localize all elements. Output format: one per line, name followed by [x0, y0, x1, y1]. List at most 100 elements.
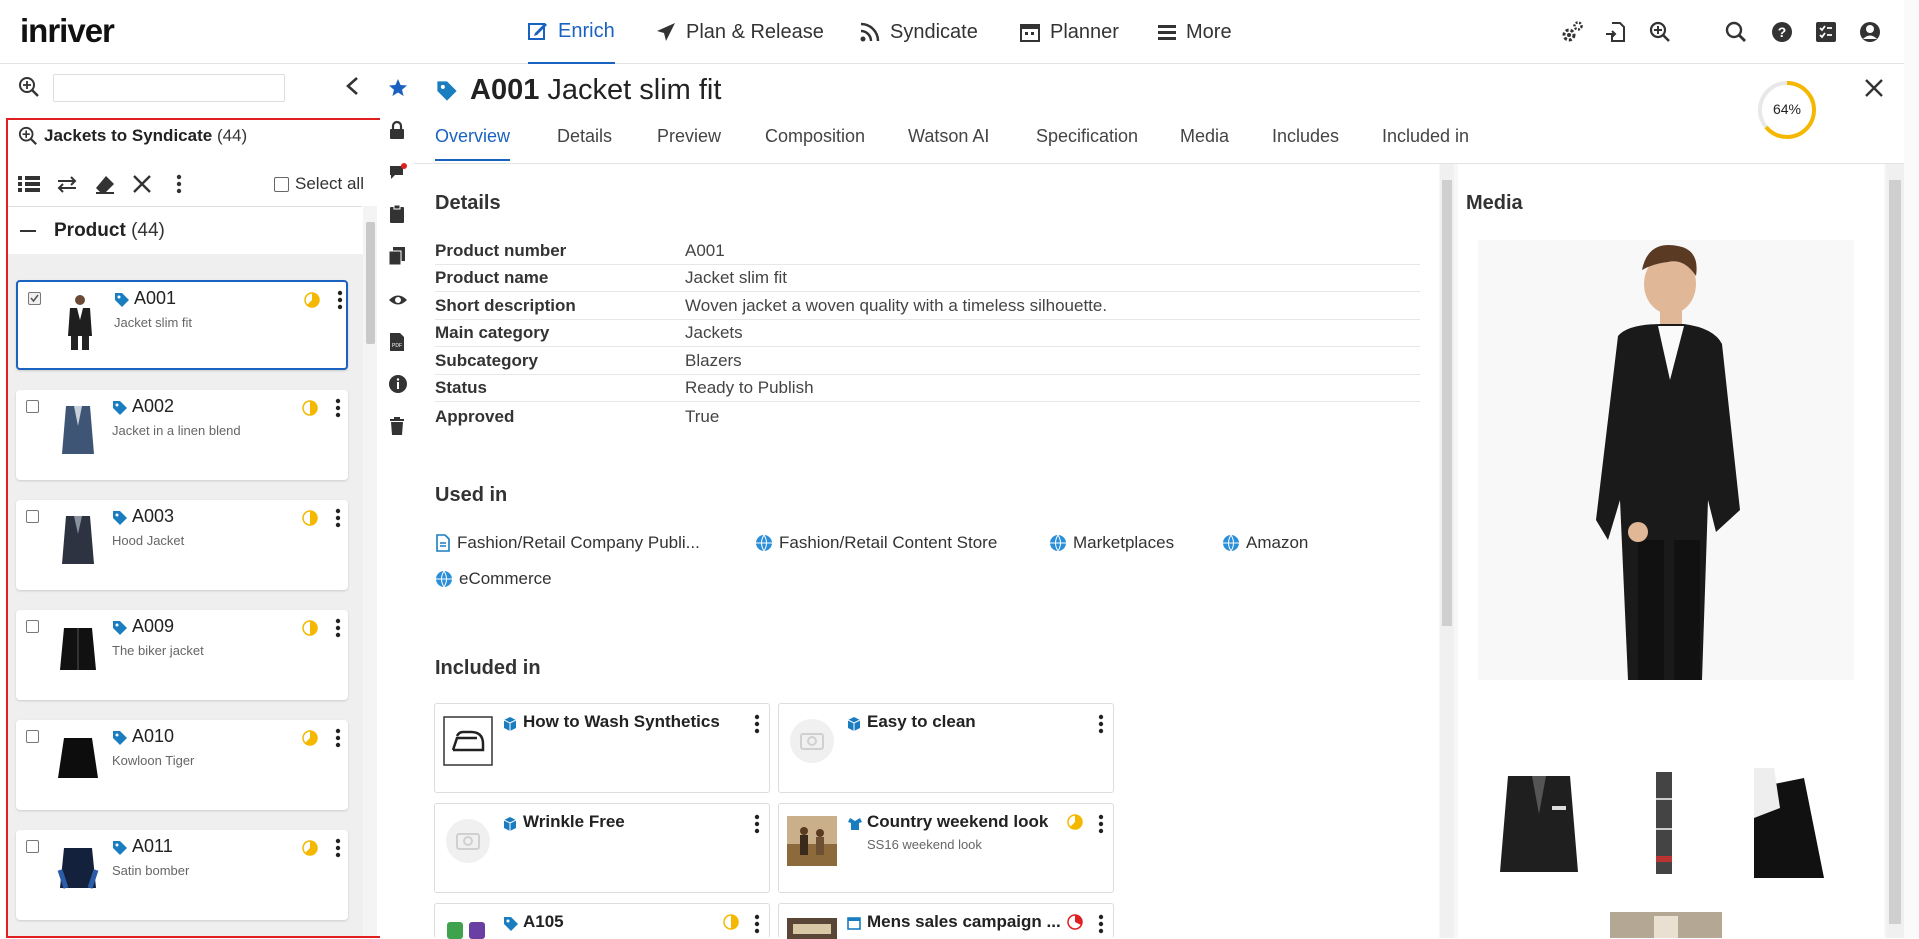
item-checkbox[interactable] — [26, 510, 39, 523]
list-item[interactable]: A003 Hood Jacket — [16, 500, 348, 590]
import-file-icon[interactable] — [1604, 20, 1628, 44]
settings-gears-icon[interactable] — [1560, 20, 1584, 44]
list-item[interactable]: A001 Jacket slim fit — [16, 280, 348, 370]
preview-eye-icon[interactable] — [388, 290, 408, 310]
search-icon[interactable] — [1724, 20, 1748, 44]
included-in-card[interactable]: Country weekend look SS16 weekend look — [778, 803, 1114, 893]
product-group-header[interactable]: Product (44) — [8, 206, 362, 254]
item-menu-icon[interactable] — [336, 290, 344, 310]
main-product-image[interactable] — [1478, 240, 1854, 680]
nav-planner[interactable]: Planner — [1020, 0, 1119, 64]
field-label: Short description — [435, 296, 576, 315]
lock-icon[interactable] — [388, 120, 406, 140]
help-icon[interactable]: ? — [1770, 20, 1794, 44]
tasks-icon[interactable] — [1814, 20, 1838, 44]
item-menu-icon[interactable] — [334, 728, 342, 748]
tab-included-in[interactable]: Included in — [1382, 126, 1469, 159]
field-value: A001 — [685, 241, 725, 260]
nav-label: Enrich — [558, 19, 615, 42]
media-thumbnail[interactable] — [1494, 768, 1584, 878]
card-menu-icon[interactable] — [1097, 914, 1105, 934]
card-menu-icon[interactable] — [753, 814, 761, 834]
item-menu-icon[interactable] — [334, 508, 342, 528]
select-all-checkbox[interactable]: Select all — [274, 174, 364, 194]
collapse-panel-icon[interactable] — [344, 76, 362, 96]
advanced-search-icon[interactable] — [1648, 20, 1672, 44]
item-menu-icon[interactable] — [334, 618, 342, 638]
star-icon[interactable] — [388, 78, 408, 98]
tab-details[interactable]: Details — [557, 126, 612, 159]
list-item[interactable]: A010 Kowloon Tiger — [16, 720, 348, 810]
included-in-card[interactable]: Wrinkle Free — [434, 803, 770, 893]
item-menu-icon[interactable] — [334, 838, 342, 858]
page-scrollbar[interactable] — [1904, 0, 1919, 938]
tab-watson-ai[interactable]: Watson AI — [908, 126, 989, 159]
included-in-card[interactable]: How to Wash Synthetics — [434, 703, 770, 793]
nav-syndicate[interactable]: Syndicate — [860, 0, 978, 64]
channel-link[interactable]: Fashion/Retail Content Store — [755, 533, 997, 553]
included-in-card[interactable]: Mens sales campaign ... — [778, 903, 1114, 939]
quick-search-icon[interactable] — [18, 76, 40, 98]
detail-row: Product number A001 — [435, 238, 1420, 265]
tab-composition[interactable]: Composition — [765, 126, 865, 159]
media-thumbnail[interactable] — [1610, 912, 1722, 938]
tab-media[interactable]: Media — [1180, 126, 1229, 159]
product-tag-icon — [112, 620, 128, 636]
nav-label: Syndicate — [890, 20, 978, 43]
pdf-icon[interactable]: PDF — [388, 332, 406, 352]
user-avatar-icon[interactable] — [1858, 20, 1882, 44]
nav-plan-release[interactable]: Plan & Release — [656, 0, 824, 64]
item-menu-icon[interactable] — [334, 398, 342, 418]
list-item[interactable]: A002 Jacket in a linen blend — [16, 390, 348, 480]
card-menu-icon[interactable] — [753, 714, 761, 734]
list-view-icon[interactable] — [18, 174, 40, 194]
channel-link[interactable]: Amazon — [1222, 533, 1308, 553]
entity-code: A001 — [470, 74, 540, 106]
app-logo[interactable]: inriver — [20, 12, 115, 50]
eraser-icon[interactable] — [94, 174, 116, 194]
item-checkbox[interactable] — [26, 620, 39, 633]
item-checkbox[interactable] — [26, 730, 39, 743]
tab-includes[interactable]: Includes — [1272, 126, 1339, 159]
collapse-group-icon[interactable] — [20, 229, 36, 232]
channel-link[interactable]: eCommerce — [435, 569, 552, 589]
sort-icon[interactable] — [56, 174, 78, 194]
tab-preview[interactable]: Preview — [657, 126, 721, 159]
list-scrollbar-thumb[interactable] — [366, 222, 375, 344]
checkbox[interactable] — [274, 176, 289, 192]
included-in-card[interactable]: Easy to clean — [778, 703, 1114, 793]
media-thumbnail[interactable] — [1640, 768, 1688, 878]
tab-specification[interactable]: Specification — [1036, 126, 1138, 159]
copy-icon[interactable] — [388, 246, 406, 266]
content-scrollbar-thumb[interactable] — [1442, 180, 1452, 626]
card-menu-icon[interactable] — [753, 914, 761, 934]
field-label: Product name — [435, 268, 549, 287]
included-in-card[interactable]: A105 — [434, 903, 770, 939]
item-checkbox[interactable] — [28, 292, 41, 305]
list-item[interactable]: A011 Satin bomber — [16, 830, 348, 920]
clipboard-icon[interactable] — [388, 204, 406, 224]
card-menu-icon[interactable] — [1097, 814, 1105, 834]
more-options-icon[interactable] — [170, 174, 188, 194]
item-checkbox[interactable] — [26, 840, 39, 853]
channel-link[interactable]: Fashion/Retail Company Publi... — [435, 533, 700, 553]
tab-overview[interactable]: Overview — [435, 126, 511, 161]
channel-label: Amazon — [1246, 533, 1309, 552]
delete-icon[interactable] — [388, 416, 406, 436]
item-description: Kowloon Tiger — [112, 753, 195, 768]
field-value: Jacket slim fit — [685, 268, 788, 287]
list-item[interactable]: A009 The biker jacket — [16, 610, 348, 700]
nav-more[interactable]: More — [1158, 0, 1232, 64]
included-in-heading: Included in — [435, 657, 541, 679]
nav-enrich[interactable]: Enrich — [528, 0, 615, 64]
close-query-icon[interactable] — [132, 174, 152, 194]
info-icon[interactable] — [388, 374, 408, 394]
media-thumbnail[interactable] — [1754, 768, 1830, 878]
comments-icon[interactable] — [388, 162, 408, 182]
quick-search-input[interactable] — [53, 74, 285, 102]
card-menu-icon[interactable] — [1097, 714, 1105, 734]
close-entity-icon[interactable] — [1864, 78, 1884, 98]
item-checkbox[interactable] — [26, 400, 39, 413]
media-scrollbar-thumb[interactable] — [1889, 180, 1901, 924]
channel-link[interactable]: Marketplaces — [1049, 533, 1174, 553]
